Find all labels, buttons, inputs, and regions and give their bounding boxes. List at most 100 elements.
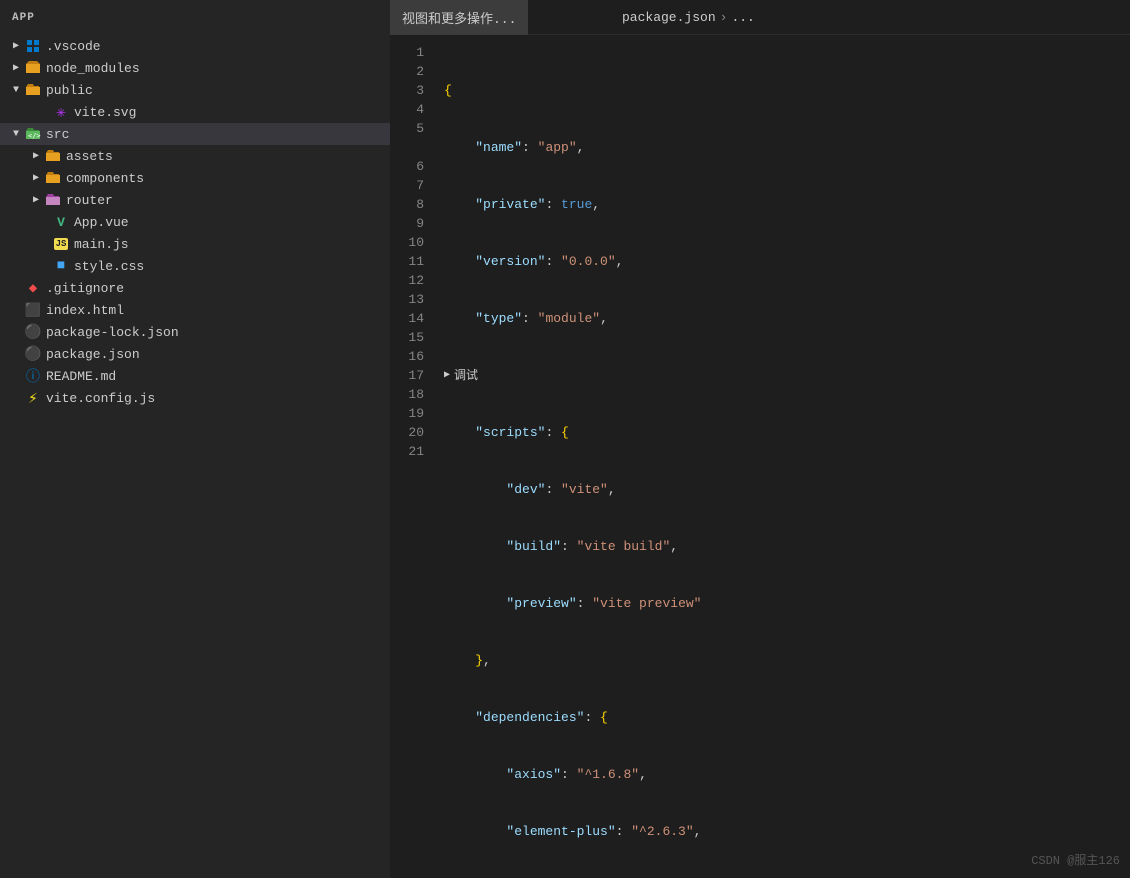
sidebar-item-assets[interactable]: ▶ assets bbox=[0, 145, 390, 167]
watermark: CSDN @服主126 bbox=[1031, 851, 1120, 868]
code-content: { "name": "app", "private": true, "versi… bbox=[440, 35, 1130, 878]
breadcrumb-file: package.json bbox=[622, 10, 716, 25]
chevron-right-icon: ▶ bbox=[28, 170, 44, 186]
line-num-16: 16 bbox=[398, 347, 424, 366]
code-line-10: }, bbox=[440, 651, 1130, 670]
app-vue-label: App.vue bbox=[74, 215, 129, 230]
sidebar-item-style-css[interactable]: ▶ ■ style.css bbox=[0, 255, 390, 277]
package-json-label: package.json bbox=[46, 347, 140, 362]
line-num-11: 11 bbox=[398, 252, 424, 271]
tooltip-popup: 视图和更多操作... bbox=[390, 0, 528, 35]
vite-svg-label: vite.svg bbox=[74, 105, 136, 120]
code-line-1: { bbox=[440, 81, 1130, 100]
line-num-12: 12 bbox=[398, 271, 424, 290]
sidebar-title: APP bbox=[12, 12, 35, 24]
node-modules-folder-icon bbox=[24, 60, 42, 76]
debug-label: 调试 bbox=[454, 366, 478, 385]
readme-label: README.md bbox=[46, 369, 116, 384]
vue-icon: V bbox=[52, 214, 70, 230]
line-num-9: 9 bbox=[398, 214, 424, 233]
sidebar-item-components[interactable]: ▶ components bbox=[0, 167, 390, 189]
svg-text:</>: </> bbox=[28, 132, 41, 140]
src-label: src bbox=[46, 127, 69, 142]
node-modules-label: node_modules bbox=[46, 61, 140, 76]
sidebar: APP ▶ .vscode ▶ node_modules ▼ public bbox=[0, 0, 390, 878]
sidebar-item-package-lock[interactable]: ▶ ⚫ package-lock.json bbox=[0, 321, 390, 343]
editor-header: 视图和更多操作... package.json › ... bbox=[390, 0, 1130, 35]
line-num-7: 7 bbox=[398, 176, 424, 195]
chevron-right-icon: ▶ bbox=[8, 60, 24, 76]
debug-play-icon[interactable]: ▶ bbox=[444, 366, 450, 385]
line-num-8: 8 bbox=[398, 195, 424, 214]
line-num-15: 15 bbox=[398, 328, 424, 347]
public-folder-icon bbox=[24, 82, 42, 98]
sidebar-item-node-modules[interactable]: ▶ node_modules bbox=[0, 57, 390, 79]
chevron-right-icon: ▶ bbox=[8, 38, 24, 54]
vite-config-label: vite.config.js bbox=[46, 391, 155, 406]
sidebar-item-router[interactable]: ▶ router bbox=[0, 189, 390, 211]
assets-label: assets bbox=[66, 149, 113, 164]
code-line-6: "scripts": { bbox=[440, 423, 1130, 442]
public-label: public bbox=[46, 83, 93, 98]
breadcrumb-separator: › bbox=[720, 10, 728, 25]
sidebar-item-vite-config[interactable]: ▶ ⚡ vite.config.js bbox=[0, 387, 390, 409]
code-line-11: "dependencies": { bbox=[440, 708, 1130, 727]
file-tree: ▶ .vscode ▶ node_modules ▼ public ▶ ✳ bbox=[0, 35, 390, 878]
vscode-folder-icon bbox=[24, 38, 42, 54]
components-folder-icon bbox=[44, 170, 62, 186]
gitignore-label: .gitignore bbox=[46, 281, 124, 296]
code-line-12: "axios": "^1.6.8", bbox=[440, 765, 1130, 784]
sidebar-item-app-vue[interactable]: ▶ V App.vue bbox=[0, 211, 390, 233]
main-js-label: main.js bbox=[74, 237, 129, 252]
line-num-17: 17 bbox=[398, 366, 424, 385]
package-json-icon: ⚫ bbox=[24, 346, 42, 362]
sidebar-item-vite-svg[interactable]: ▶ ✳ vite.svg bbox=[0, 101, 390, 123]
line-num-3: 3 bbox=[398, 81, 424, 100]
router-folder-icon bbox=[44, 192, 62, 208]
readme-icon: ⓘ bbox=[24, 368, 42, 384]
code-line-8: "build": "vite build", bbox=[440, 537, 1130, 556]
router-label: router bbox=[66, 193, 113, 208]
code-line-4: "version": "0.0.0", bbox=[440, 252, 1130, 271]
sidebar-item-main-js[interactable]: ▶ JS main.js bbox=[0, 233, 390, 255]
code-line-7: "dev": "vite", bbox=[440, 480, 1130, 499]
line-num-21: 21 bbox=[398, 442, 424, 461]
line-num-10: 10 bbox=[398, 233, 424, 252]
sidebar-item-public[interactable]: ▼ public bbox=[0, 79, 390, 101]
line-num-14: 14 bbox=[398, 309, 424, 328]
line-num-4: 4 bbox=[398, 100, 424, 119]
code-line-3: "private": true, bbox=[440, 195, 1130, 214]
code-editor[interactable]: 1 2 3 4 5 · 6 7 8 9 10 11 12 13 14 15 16… bbox=[390, 35, 1130, 878]
breadcrumb: package.json › ... bbox=[610, 10, 767, 25]
html-icon: ⬛ bbox=[24, 302, 42, 318]
code-line-5: "type": "module", bbox=[440, 309, 1130, 328]
breadcrumb-rest: ... bbox=[731, 10, 754, 25]
components-label: components bbox=[66, 171, 144, 186]
index-html-label: index.html bbox=[46, 303, 124, 318]
line-num-13: 13 bbox=[398, 290, 424, 309]
line-num-6: 6 bbox=[398, 157, 424, 176]
sidebar-item-gitignore[interactable]: ▶ ◆ .gitignore bbox=[0, 277, 390, 299]
chevron-down-icon: ▼ bbox=[8, 82, 24, 98]
chevron-down-icon: ▼ bbox=[8, 126, 24, 142]
code-line-debug: ▶ 调试 bbox=[440, 366, 1130, 385]
line-num-5: 5 bbox=[398, 119, 424, 138]
vite-config-icon: ⚡ bbox=[24, 390, 42, 406]
assets-folder-icon bbox=[44, 148, 62, 164]
sidebar-item-src[interactable]: ▼ </> src bbox=[0, 123, 390, 145]
line-num-2: 2 bbox=[398, 62, 424, 81]
line-num-18: 18 bbox=[398, 385, 424, 404]
chevron-right-icon: ▶ bbox=[28, 148, 44, 164]
sidebar-item-package-json[interactable]: ▶ ⚫ package.json bbox=[0, 343, 390, 365]
js-icon: JS bbox=[52, 236, 70, 252]
line-num-19: 19 bbox=[398, 404, 424, 423]
tooltip-text: 视图和更多操作... bbox=[402, 8, 516, 27]
style-css-label: style.css bbox=[74, 259, 144, 274]
vite-svg-icon: ✳ bbox=[52, 104, 70, 120]
sidebar-item-index-html[interactable]: ▶ ⬛ index.html bbox=[0, 299, 390, 321]
package-lock-icon: ⚫ bbox=[24, 324, 42, 340]
code-line-9: "preview": "vite preview" bbox=[440, 594, 1130, 613]
sidebar-item-readme[interactable]: ▶ ⓘ README.md bbox=[0, 365, 390, 387]
package-lock-label: package-lock.json bbox=[46, 325, 179, 340]
sidebar-item-vscode[interactable]: ▶ .vscode bbox=[0, 35, 390, 57]
